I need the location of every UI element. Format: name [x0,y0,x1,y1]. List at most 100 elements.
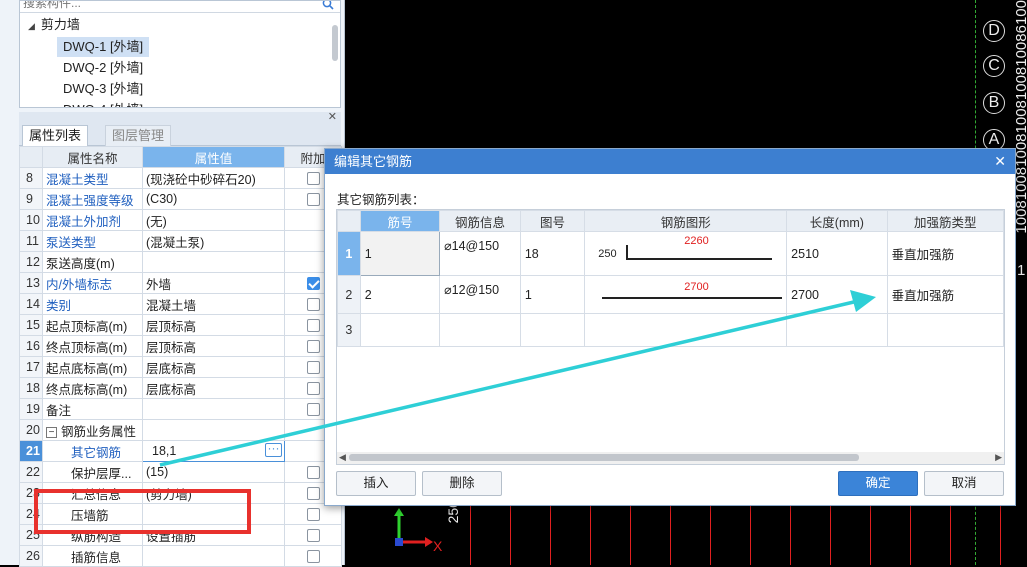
prop-value[interactable]: (混凝土泵) [142,230,285,252]
tab-layers[interactable]: 图层管理 [105,125,172,146]
header-fig[interactable]: 图号 [519,210,586,232]
prop-value[interactable]: 层顶标高 [142,335,285,357]
cell-fig[interactable]: 1 [519,275,586,314]
collapse-icon[interactable]: − [46,426,57,438]
tab-properties[interactable]: 属性列表 [22,125,89,146]
table-row-selected[interactable]: 21 其它钢筋 18,1 ··· [19,440,342,462]
extra-checkbox[interactable] [306,382,320,396]
prop-value[interactable]: 层顶标高 [142,314,285,336]
prop-value[interactable] [142,545,285,567]
extra-checkbox[interactable] [306,172,320,186]
cell-info[interactable]: ⌀14@150 [439,231,521,276]
prop-value[interactable]: (15) [142,461,285,483]
scroll-left-icon[interactable]: ◀ [339,452,346,463]
cell-info[interactable] [439,313,521,347]
prop-name: 起点底标高(m) [42,356,143,378]
cell-length[interactable]: 2510 [786,231,888,276]
table-row[interactable]: 2 2 ⌀12@150 1 2700 2700 垂直加强筋 [337,275,1004,314]
scrollbar-thumb[interactable] [349,454,859,461]
table-row[interactable]: 22 保护层厚... (15) [19,461,342,483]
prop-value-editor[interactable]: 18,1 [146,444,176,458]
insert-button[interactable]: 插入 [336,471,416,496]
cell-length[interactable] [786,313,888,347]
prop-value[interactable] [142,251,285,273]
cell-code[interactable]: 2 [359,275,441,314]
dialog-titlebar[interactable]: 编辑其它钢筋 ✕ [325,149,1015,174]
prop-value[interactable]: (无) [142,209,285,231]
tree-item[interactable]: DWQ-4 [外墙] [63,100,143,107]
prop-value[interactable]: 混凝土墙 [142,293,285,315]
tree-item[interactable]: DWQ-2 [外墙] [63,58,143,78]
prop-value[interactable]: 外墙 [142,272,285,294]
table-row[interactable]: 13 内/外墙标志 外墙 [19,272,342,294]
tree-group-shear-wall[interactable]: ◢ 剪力墙 [28,15,80,35]
table-row[interactable]: 1 1 ⌀14@150 18 250 2260 2510 垂直加强筋 [337,231,1004,276]
triangle-collapse-icon[interactable]: ◢ [28,21,35,31]
rebar-shape-straight: 2700 [589,280,783,310]
extra-checkbox[interactable] [306,487,320,501]
cell-shape[interactable] [584,313,788,347]
tree-item[interactable]: DWQ-3 [外墙] [63,79,143,99]
extra-checkbox[interactable] [306,529,320,543]
prop-value[interactable]: (现浇砼中砂碎石20) [142,167,285,189]
table-row[interactable]: 18 终点底标高(m) 层底标高 [19,377,342,399]
prop-value[interactable]: 层底标高 [142,356,285,378]
extra-checkbox[interactable] [306,466,320,480]
ok-button[interactable]: 确定 [838,471,918,496]
extra-checkbox[interactable] [306,298,320,312]
scroll-right-icon[interactable]: ▶ [995,452,1002,463]
delete-button[interactable]: 删除 [422,471,502,496]
cell-fig[interactable] [519,313,586,347]
prop-value[interactable]: 层底标高 [142,377,285,399]
extra-checkbox[interactable] [306,193,320,207]
prop-value[interactable]: (C30) [142,188,285,210]
table-row[interactable]: 9 混凝土强度等级 (C30) [19,188,342,210]
table-row[interactable]: 8 混凝土类型 (现浇砼中砂碎石20) [19,167,342,189]
tree-scrollbar-thumb[interactable] [332,25,338,61]
cell-type[interactable]: 垂直加强筋 [886,231,1004,276]
header-type[interactable]: 加强筋类型 [886,210,1004,232]
extra-checkbox[interactable] [306,319,320,333]
header-info[interactable]: 钢筋信息 [439,210,521,232]
table-row[interactable]: 11 泵送类型 (混凝土泵) [19,230,342,252]
table-row[interactable]: 26 插筋信息 [19,545,342,567]
cancel-button[interactable]: 取消 [924,471,1004,496]
header-length[interactable]: 长度(mm) [786,210,888,232]
horizontal-scrollbar[interactable]: ◀ ▶ [337,452,1004,464]
table-row[interactable]: 14 类别 混凝土墙 [19,293,342,315]
table-row[interactable]: 10 混凝土外加剂 (无) [19,209,342,231]
cell-info[interactable]: ⌀12@150 [439,275,521,314]
extra-checkbox[interactable] [306,361,320,375]
header-shape[interactable]: 钢筋图形 [584,210,788,232]
ellipsis-button[interactable]: ··· [265,442,282,457]
extra-checkbox-checked[interactable] [306,277,320,291]
extra-checkbox[interactable] [306,340,320,354]
search-input[interactable] [20,1,310,11]
header-code[interactable]: 筋号 [359,210,441,232]
close-icon[interactable]: ✕ [328,110,337,123]
header-prop-name[interactable]: 属性名称 [42,146,143,168]
header-prop-value[interactable]: 属性值 [142,146,285,168]
ucs-x-label: X [433,538,443,553]
cell-code[interactable] [359,313,441,347]
extra-checkbox[interactable] [306,550,320,564]
wall-line [550,505,551,565]
table-row[interactable]: 12 泵送高度(m) [19,251,342,273]
cell-type[interactable] [886,313,1004,347]
cell-code[interactable]: 1 [359,231,441,276]
close-icon[interactable]: ✕ [994,149,1006,174]
prop-value[interactable] [142,398,285,420]
cell-type[interactable]: 垂直加强筋 [886,275,1004,314]
table-row[interactable]: 20− 钢筋业务属性 [19,419,342,441]
search-icon[interactable] [322,0,334,10]
table-row[interactable]: 15 起点顶标高(m) 层顶标高 [19,314,342,336]
extra-checkbox[interactable] [306,403,320,417]
table-row[interactable]: 17 起点底标高(m) 层底标高 [19,356,342,378]
tree-item[interactable]: DWQ-1 [外墙] [57,37,150,57]
extra-checkbox[interactable] [306,508,320,522]
cell-fig[interactable]: 18 [519,231,586,276]
table-row[interactable]: 3 [337,313,1004,347]
table-row[interactable]: 16 终点顶标高(m) 层顶标高 [19,335,342,357]
cell-length[interactable]: 2700 [786,275,888,314]
table-row[interactable]: 19 备注 [19,398,342,420]
